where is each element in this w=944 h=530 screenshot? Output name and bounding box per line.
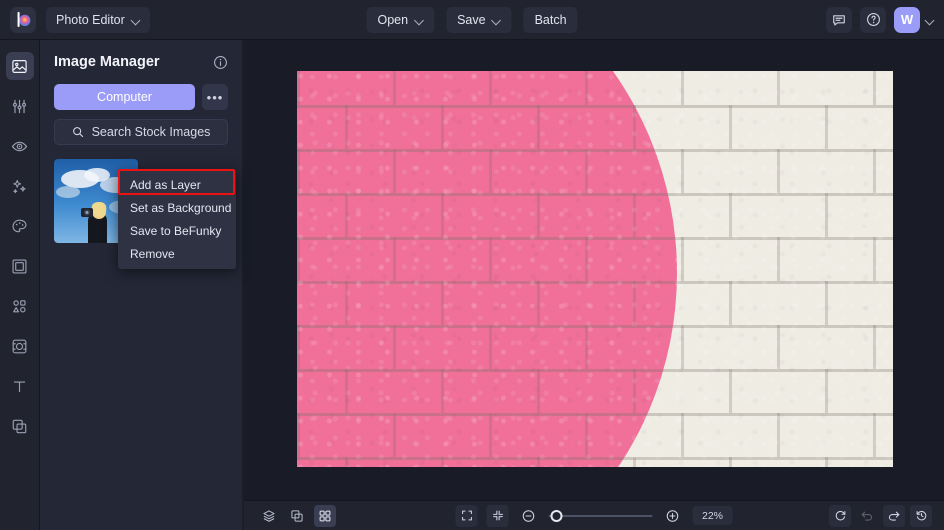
sidebar-item-edit[interactable] (6, 92, 34, 120)
grid-icon (318, 509, 332, 523)
question-circle-icon (866, 12, 881, 27)
top-bar: Photo Editor Open Save Batch W (0, 0, 944, 40)
info-circle-icon[interactable] (213, 55, 228, 70)
befunky-logo-icon[interactable] (10, 6, 36, 33)
help-button[interactable] (860, 6, 886, 33)
save-button-label: Save (457, 12, 486, 27)
image-manager-panel: Image Manager Computer ••• Search Stock … (40, 40, 243, 530)
app-switcher-label: Photo Editor (56, 12, 125, 27)
sliders-icon (11, 98, 28, 115)
chevron-down-icon (493, 16, 501, 24)
actual-size-button[interactable] (486, 504, 509, 527)
sidebar-item-overlays[interactable] (6, 332, 34, 360)
menu-item-set-as-background[interactable]: Set as Background (118, 196, 236, 219)
panel-header: Image Manager (54, 54, 228, 70)
layers-panel-toggle[interactable] (258, 505, 280, 527)
menu-item-add-as-layer[interactable]: Add as Layer (118, 173, 236, 196)
photo-editor-app: Photo Editor Open Save Batch W Image Man… (0, 0, 944, 530)
batch-button[interactable]: Batch (523, 6, 578, 33)
save-button[interactable]: Save (446, 6, 512, 33)
page-title: Image Manager (54, 54, 160, 70)
sidebar-item-effects[interactable] (6, 172, 34, 200)
menu-item-save-to-befunky[interactable]: Save to BeFunky (118, 219, 236, 242)
sidebar-item-artsy[interactable] (6, 212, 34, 240)
zoom-controls: 22% (455, 504, 733, 527)
compare-icon (290, 509, 304, 523)
shapes-icon (11, 298, 28, 315)
frame-icon (11, 258, 28, 275)
expand-corners-icon (460, 509, 473, 522)
layers-alt-icon (11, 418, 28, 435)
feedback-button[interactable] (826, 6, 852, 33)
history-button[interactable] (910, 504, 932, 527)
photo-icon (11, 58, 28, 75)
zoom-slider-handle[interactable] (550, 509, 563, 522)
minus-circle-icon (522, 509, 536, 523)
zoom-in-button[interactable] (662, 505, 684, 527)
grid-toggle[interactable] (314, 504, 336, 527)
more-sources-button[interactable]: ••• (202, 84, 228, 110)
menu-item-remove[interactable]: Remove (118, 242, 236, 265)
sidebar-item-graphics[interactable] (6, 292, 34, 320)
chevron-down-icon[interactable] (926, 16, 934, 24)
computer-button[interactable]: Computer (54, 84, 195, 110)
collapse-arrows-icon (491, 509, 504, 522)
brick-texture-overlay (297, 71, 893, 467)
left-tool-rail (0, 40, 40, 530)
top-center-tools: Open Save Batch (366, 6, 578, 33)
sidebar-item-frames[interactable] (6, 252, 34, 280)
history-controls (829, 504, 932, 527)
chevron-down-icon (415, 16, 423, 24)
layers-icon (262, 509, 276, 523)
search-stock-images-button[interactable]: Search Stock Images (54, 119, 228, 145)
search-icon (72, 126, 84, 138)
search-stock-images-label: Search Stock Images (91, 125, 211, 139)
app-switcher[interactable]: Photo Editor (46, 6, 150, 33)
reset-button[interactable] (829, 504, 851, 527)
chevron-down-icon (132, 16, 140, 24)
canvas-image[interactable] (297, 71, 893, 467)
canvas-area[interactable] (244, 40, 944, 500)
sidebar-item-image-manager[interactable] (5, 52, 34, 80)
compare-toggle[interactable] (286, 505, 308, 527)
zoom-slider-track (548, 514, 653, 517)
open-button[interactable]: Open (366, 6, 435, 33)
overlay-icon (11, 338, 28, 355)
zoom-slider[interactable] (548, 509, 653, 523)
sidebar-item-layers[interactable] (6, 412, 34, 440)
zoom-level-value[interactable]: 22% (692, 506, 733, 525)
history-icon (915, 509, 928, 522)
fit-to-screen-button[interactable] (455, 504, 478, 527)
plus-circle-icon (666, 509, 680, 523)
bottom-bar: 22% (244, 500, 944, 530)
eye-icon (11, 138, 28, 155)
batch-button-label: Batch (534, 12, 567, 27)
sparkles-icon (11, 178, 28, 195)
undo-button[interactable] (856, 505, 878, 527)
text-t-icon (11, 378, 28, 395)
avatar[interactable]: W (894, 6, 920, 33)
undo-icon (860, 509, 874, 523)
open-button-label: Open (377, 12, 409, 27)
top-right-tools: W (826, 6, 934, 33)
reset-icon (834, 509, 847, 522)
palette-icon (11, 218, 28, 235)
source-buttons-row: Computer ••• (54, 84, 228, 110)
redo-button[interactable] (883, 504, 905, 527)
thumbnail-context-menu: Add as Layer Set as Background Save to B… (118, 169, 236, 269)
zoom-out-button[interactable] (518, 505, 540, 527)
sidebar-item-touch-up[interactable] (6, 132, 34, 160)
bottom-left-tools (258, 504, 336, 527)
sidebar-item-text[interactable] (6, 372, 34, 400)
chat-bubble-icon (832, 13, 846, 27)
redo-icon (887, 509, 901, 523)
